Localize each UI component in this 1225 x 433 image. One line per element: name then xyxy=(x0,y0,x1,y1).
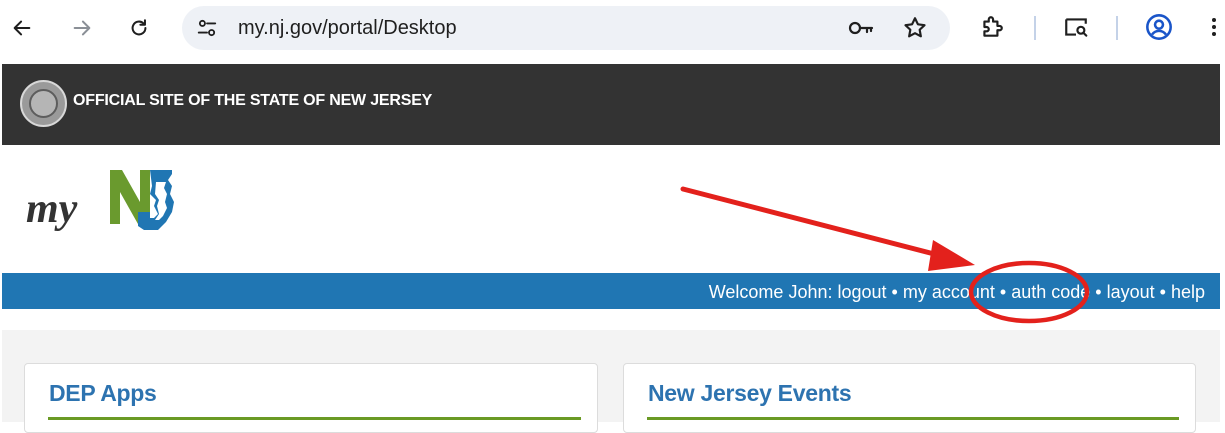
card-title[interactable]: New Jersey Events xyxy=(648,380,852,407)
forward-icon[interactable] xyxy=(68,14,96,42)
welcome-bar: Welcome John: logout • my account • auth cod… xyxy=(2,273,1220,309)
tab-search-icon[interactable] xyxy=(1062,13,1090,41)
profile-icon[interactable] xyxy=(1145,13,1173,41)
separator: • xyxy=(1159,282,1166,302)
extensions-icon[interactable] xyxy=(978,13,1006,41)
card-divider xyxy=(647,417,1179,420)
bookmark-star-icon[interactable] xyxy=(902,15,928,41)
logout-link[interactable]: logout xyxy=(838,282,887,302)
state-seal-icon xyxy=(20,80,67,127)
annotation-arrow xyxy=(680,186,945,259)
official-site-text: OFFICIAL SITE OF THE STATE OF NEW JERSEY xyxy=(73,92,433,109)
url-text[interactable]: my.nj.gov/portal/Desktop xyxy=(238,17,457,40)
address-bar[interactable]: my.nj.gov/portal/Desktop xyxy=(182,6,950,50)
help-link[interactable]: help xyxy=(1171,282,1205,302)
menu-icon[interactable] xyxy=(1200,13,1225,41)
nj-events-card: New Jersey Events xyxy=(623,363,1196,433)
auth-code-link[interactable]: auth code xyxy=(1011,282,1090,302)
svg-text:my: my xyxy=(26,186,78,232)
dep-apps-card: DEP Apps xyxy=(24,363,598,433)
separator: • xyxy=(999,282,1007,302)
toolbar-divider xyxy=(1034,16,1036,40)
separator: • xyxy=(1095,282,1102,302)
card-divider xyxy=(48,417,581,420)
my-account-link[interactable]: my account xyxy=(903,282,995,302)
layout-link[interactable]: layout xyxy=(1107,282,1155,302)
toolbar-divider xyxy=(1116,16,1118,40)
annotation-arrowhead xyxy=(928,240,975,271)
welcome-greeting: Welcome John: xyxy=(708,282,833,302)
reload-icon[interactable] xyxy=(125,14,153,42)
browser-toolbar: my.nj.gov/portal/Desktop xyxy=(0,0,1225,62)
mynj-logo[interactable]: my xyxy=(20,162,200,257)
password-key-icon[interactable] xyxy=(848,17,874,39)
welcome-links: Welcome John: logout • my account • auth cod… xyxy=(709,282,1205,303)
site-info-icon[interactable] xyxy=(196,17,218,39)
back-icon[interactable] xyxy=(8,14,36,42)
separator: • xyxy=(891,282,898,302)
card-title[interactable]: DEP Apps xyxy=(49,380,157,407)
